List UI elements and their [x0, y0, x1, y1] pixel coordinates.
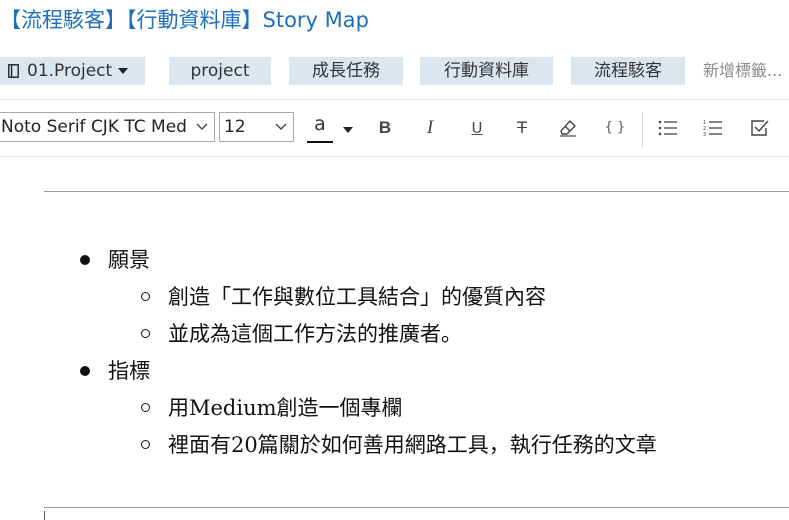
notebook-icon	[8, 64, 19, 78]
add-tag-input[interactable]: 新增標籤...	[703, 57, 782, 85]
divider	[0, 156, 789, 157]
underline-button[interactable]: U	[467, 112, 487, 144]
text-cursor	[44, 511, 45, 520]
font-family-select[interactable]: Noto Serif CJK TC Med	[0, 112, 215, 142]
toolbar-divider	[642, 112, 643, 148]
code-button[interactable]: { }	[603, 112, 627, 144]
highlighter-icon	[560, 120, 576, 137]
font-size-value: 12	[224, 117, 246, 137]
divider	[0, 99, 789, 100]
list-item-text: 裡面有20篇關於如何善用網路工具，執行任務的文章	[168, 433, 657, 457]
notebook-name: 01.Project	[27, 61, 113, 81]
highlight-button[interactable]	[556, 112, 580, 144]
bullet-circle	[141, 440, 150, 449]
svg-text:3: 3	[703, 132, 706, 137]
text-color-dropdown[interactable]	[338, 112, 358, 144]
tag-project[interactable]: project	[169, 57, 271, 85]
caret-down-icon	[118, 68, 128, 74]
bulleted-list-button[interactable]	[656, 112, 680, 144]
horizontal-rule	[44, 191, 789, 192]
chevron-down-icon	[275, 123, 287, 130]
text-color-glyph: a	[314, 113, 326, 135]
format-toolbar: Noto Serif CJK TC Med 12 a B I U T { } 1…	[0, 112, 789, 148]
tag-bar: 01.Project project 成長任務 行動資料庫 流程駭客 新增標籤.…	[0, 57, 789, 85]
bullet-circle	[141, 329, 150, 338]
bulleted-list-icon	[658, 120, 677, 136]
text-color-button[interactable]: a	[306, 112, 334, 144]
font-size-select[interactable]: 12	[219, 112, 294, 142]
checkbox-button[interactable]	[748, 112, 772, 144]
horizontal-rule	[44, 507, 789, 508]
note-title[interactable]: 【流程駭客】【行動資料庫】Story Map	[0, 6, 369, 34]
tag-process-hacker[interactable]: 流程駭客	[571, 57, 685, 85]
numbered-list-icon: 1 2 3	[703, 120, 722, 138]
bold-button[interactable]: B	[375, 112, 395, 144]
list-item-text: 創造「工作與數位工具結合」的優質內容	[168, 285, 546, 309]
bullet-circle	[141, 292, 150, 301]
tag-growth-task[interactable]: 成長任務	[289, 57, 403, 85]
caret-down-icon	[343, 127, 353, 133]
list-item-text: 用Medium創造一個專欄	[168, 396, 403, 420]
list-item-text: 並成為這個工作方法的推廣者。	[168, 322, 462, 346]
font-family-value: Noto Serif CJK TC Med	[1, 117, 187, 137]
notebook-selector[interactable]: 01.Project	[0, 57, 145, 85]
bullet-circle	[141, 403, 150, 412]
strikethrough-button[interactable]: T	[512, 112, 532, 144]
bullet-dot	[80, 255, 90, 265]
tag-action-database[interactable]: 行動資料庫	[420, 57, 553, 85]
checkbox-icon	[751, 120, 769, 136]
chevron-down-icon	[196, 123, 208, 130]
list-item-text: 願景	[108, 248, 150, 272]
bullet-dot	[80, 366, 90, 376]
italic-button[interactable]: I	[420, 112, 440, 144]
list-item-text: 指標	[108, 359, 150, 383]
text-color-bar	[307, 141, 333, 143]
numbered-list-button[interactable]: 1 2 3	[701, 112, 725, 144]
